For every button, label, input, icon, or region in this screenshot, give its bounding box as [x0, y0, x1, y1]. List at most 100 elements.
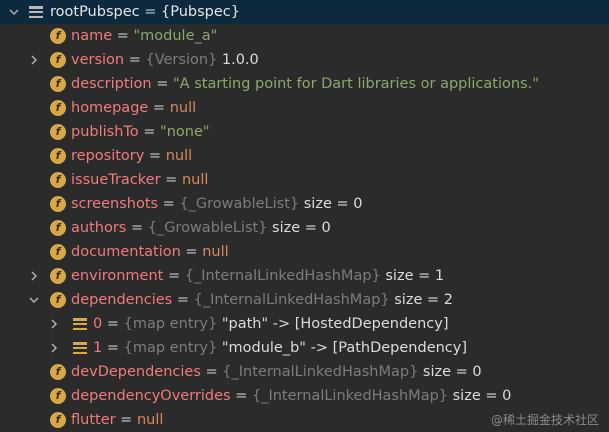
variable-name: environment	[71, 268, 164, 284]
equals-sign: =	[148, 100, 170, 116]
equals-sign: =	[115, 412, 137, 428]
expand-arrow-collapsed-icon[interactable]	[28, 54, 40, 66]
expand-arrow-expanded-icon[interactable]	[28, 294, 40, 306]
variable-type: {_InternalLinkedHashMap}	[193, 292, 390, 308]
tree-row-label: name = "module_a"	[71, 24, 217, 48]
variable-value: {Pubspec}	[160, 4, 240, 20]
tree-row-issuetracker[interactable]: f issueTracker = null	[0, 168, 609, 192]
tree-row-publishto[interactable]: f publishTo = "none"	[0, 120, 609, 144]
equals-sign: =	[158, 196, 180, 212]
tree-row-root[interactable]: rootPubspec = {Pubspec}	[0, 0, 609, 24]
expand-arrow-expanded-icon[interactable]	[8, 6, 20, 18]
equals-sign: =	[102, 340, 124, 356]
variable-type: {_InternalLinkedHashMap}	[184, 268, 381, 284]
field-icon: f	[50, 124, 66, 140]
variable-type: {Version}	[145, 52, 218, 68]
tree-row-label: issueTracker = null	[71, 168, 208, 192]
variable-value: size = 1	[385, 268, 445, 284]
tree-row-label: dependencies = {_InternalLinkedHashMap} …	[71, 288, 453, 312]
tree-row-dependencyoverrides[interactable]: f dependencyOverrides = {_InternalLinked…	[0, 384, 609, 408]
tree-row-label: 0 = {map entry} "path" -> [HostedDepende…	[93, 312, 448, 336]
variable-type: {map entry}	[123, 316, 218, 332]
tree-row-homepage[interactable]: f homepage = null	[0, 96, 609, 120]
tree-row-map-entry-0[interactable]: 0 = {map entry} "path" -> [HostedDepende…	[0, 312, 609, 336]
tree-row-label: 1 = {map entry} "module_b" -> [PathDepen…	[93, 336, 467, 360]
variable-name: description	[71, 76, 152, 92]
field-icon: f	[50, 28, 66, 44]
map-entry-icon	[72, 316, 88, 332]
expand-arrow-collapsed-icon[interactable]	[48, 318, 60, 330]
tree-row-authors[interactable]: f authors = {_GrowableList} size = 0	[0, 216, 609, 240]
variable-value: size = 0	[452, 388, 512, 404]
equals-sign: =	[180, 244, 203, 260]
tree-row-label: description = "A starting point for Dart…	[71, 72, 539, 96]
tree-row-label: publishTo = "none"	[71, 120, 210, 144]
equals-sign: =	[151, 76, 173, 92]
equals-sign: =	[160, 172, 182, 188]
variable-type: {_InternalLinkedHashMap}	[251, 388, 449, 404]
equals-sign: =	[124, 52, 146, 68]
variable-name: screenshots	[71, 196, 159, 212]
tree-row-label: environment = {_InternalLinkedHashMap} s…	[71, 264, 444, 288]
tree-row-environment[interactable]: f environment = {_InternalLinkedHashMap}…	[0, 264, 609, 288]
field-icon: f	[50, 364, 66, 380]
variable-value: null	[202, 244, 229, 260]
equals-sign: =	[138, 124, 161, 140]
map-entry-icon	[72, 340, 88, 356]
tree-row-map-entry-1[interactable]: 1 = {map entry} "module_b" -> [PathDepen…	[0, 336, 609, 360]
field-icon: f	[50, 148, 66, 164]
equals-sign: =	[200, 364, 223, 380]
variable-name: name	[71, 28, 113, 44]
expand-arrow-collapsed-icon[interactable]	[48, 342, 60, 354]
variable-name: 1	[93, 340, 103, 356]
variable-name: devDependencies	[71, 364, 201, 380]
variable-name: authors	[71, 220, 127, 236]
equals-sign: =	[126, 220, 148, 236]
field-icon: f	[50, 388, 66, 404]
variable-value: "path" -> [HostedDependency]	[221, 316, 449, 332]
watermark: @稀土掘金技术社区	[490, 413, 599, 427]
variable-type: {map entry}	[123, 340, 218, 356]
tree-row-documentation[interactable]: f documentation = null	[0, 240, 609, 264]
tree-row-dependencies[interactable]: f dependencies = {_InternalLinkedHashMap…	[0, 288, 609, 312]
variable-value: "module_a"	[133, 28, 218, 44]
variable-value: null	[165, 148, 193, 164]
tree-row-version[interactable]: f version = {Version} 1.0.0	[0, 48, 609, 72]
variable-value: size = 0	[272, 220, 331, 236]
variable-name: rootPubspec	[50, 4, 140, 20]
tree-row-label: repository = null	[71, 144, 192, 168]
equals-sign: =	[172, 292, 194, 308]
tree-row-label: version = {Version} 1.0.0	[71, 48, 259, 72]
tree-row-devdependencies[interactable]: f devDependencies = {_InternalLinkedHash…	[0, 360, 609, 384]
tree-row-screenshots[interactable]: f screenshots = {_GrowableList} size = 0	[0, 192, 609, 216]
equals-sign: =	[230, 388, 252, 404]
tree-row-name[interactable]: f name = "module_a"	[0, 24, 609, 48]
variable-type: {_GrowableList}	[179, 196, 300, 212]
variable-name: flutter	[71, 412, 116, 428]
variable-name: version	[71, 52, 125, 68]
debugger-variables-tree: rootPubspec = {Pubspec} f name = "module…	[0, 0, 609, 432]
variable-name: documentation	[71, 244, 181, 260]
field-icon: f	[50, 100, 66, 116]
variable-value: "none"	[160, 124, 210, 140]
equals-sign: =	[163, 268, 185, 284]
variable-name: 0	[93, 316, 103, 332]
tree-row-description[interactable]: f description = "A starting point for Da…	[0, 72, 609, 96]
variable-value: 1.0.0	[221, 52, 259, 68]
field-icon: f	[50, 196, 66, 212]
variable-type: {_GrowableList}	[147, 220, 268, 236]
field-icon: f	[50, 172, 66, 188]
variable-value: size = 2	[394, 292, 453, 308]
tree-row-repository[interactable]: f repository = null	[0, 144, 609, 168]
variable-type: {_InternalLinkedHashMap}	[222, 364, 419, 380]
tree-row-label: documentation = null	[71, 240, 229, 264]
tree-row-label: screenshots = {_GrowableList} size = 0	[71, 192, 362, 216]
field-icon: f	[50, 244, 66, 260]
equals-sign: =	[139, 4, 161, 20]
field-icon: f	[50, 220, 66, 236]
tree-row-label: flutter = null	[71, 408, 163, 432]
tree-row-label: homepage = null	[71, 96, 196, 120]
field-icon: f	[50, 268, 66, 284]
variable-value: "module_b" -> [PathDependency]	[221, 340, 468, 356]
expand-arrow-collapsed-icon[interactable]	[28, 270, 40, 282]
